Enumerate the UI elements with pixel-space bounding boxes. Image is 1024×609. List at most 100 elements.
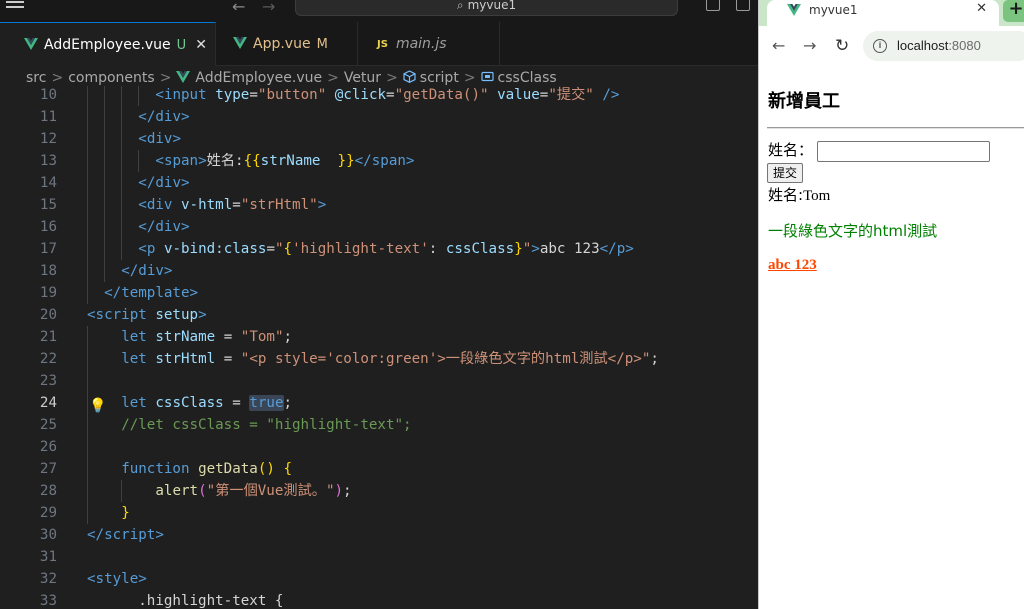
name-input[interactable] (817, 141, 991, 163)
code-line[interactable]: 14 </div> (0, 172, 758, 194)
back-arrow-icon[interactable]: ← (772, 36, 785, 55)
code-line[interactable]: 19 </template> (0, 282, 758, 304)
code-token: value (497, 87, 540, 103)
code-text: let strName = "Tom"; (121, 326, 292, 348)
name-label: 姓名： (768, 141, 814, 159)
breadcrumb-item-cssclass[interactable]: cssClass (498, 70, 557, 86)
submit-button[interactable]: 提交 (767, 163, 804, 183)
line-number: 15 (39, 197, 57, 213)
vue-icon (233, 37, 247, 49)
code-token: > (155, 527, 164, 543)
back-arrow-icon[interactable]: ← (232, 0, 245, 16)
tab-main-js[interactable]: JS main.js (358, 22, 500, 66)
code-token: div (146, 131, 173, 147)
name-field-row: 姓名： (768, 139, 991, 163)
code-token: < (138, 197, 147, 213)
line-number: 13 (39, 153, 57, 169)
url-port: :8080 (948, 38, 981, 53)
code-line[interactable]: 11 </div> (0, 106, 758, 128)
browser-tab[interactable]: myvue1 ✕ (767, 0, 999, 26)
menu-icon[interactable] (6, 1, 24, 13)
breadcrumb-item-script[interactable]: script (420, 70, 459, 86)
breadcrumb-item-components[interactable]: components (68, 70, 155, 86)
code-line[interactable]: 32 <style> (0, 568, 758, 590)
code-line[interactable]: 29} (0, 502, 758, 524)
code-text: let cssClass = true; (121, 392, 292, 414)
code-token: < (155, 87, 164, 103)
breadcrumb-separator: > (159, 70, 172, 86)
line-number: 18 (39, 263, 57, 279)
code-token: cssClass (155, 395, 233, 411)
code-line[interactable]: 23 (0, 370, 758, 392)
command-center-label: myvue1 (467, 0, 517, 12)
code-token: < (138, 241, 147, 257)
layout-sidebar-icon[interactable] (706, 0, 720, 11)
code-line[interactable]: 18 </div> (0, 260, 758, 282)
line-number: 31 (39, 549, 57, 565)
vscode-window: ← → ⌕ myvue1 AddEmployee.vue U ✕ App.vue M J… (0, 0, 758, 609)
close-icon[interactable]: ✕ (976, 0, 987, 19)
tab-app-vue[interactable]: App.vue M (216, 22, 358, 66)
code-token: = (232, 395, 250, 411)
reload-icon[interactable]: ↻ (835, 36, 849, 56)
code-token: template (121, 285, 190, 301)
code-token: 'highlight-text' (292, 241, 429, 257)
code-token: span (163, 153, 199, 169)
code-text: <input type="button" @click="getData()" … (155, 86, 619, 106)
code-line[interactable]: 22 let strHtml = "<p style='color:green'>… (0, 348, 758, 370)
code-line[interactable]: 15 <div v-html="strHtml"> (0, 194, 758, 216)
indent-guide (87, 326, 88, 524)
breadcrumb-item-src[interactable]: src (26, 70, 46, 86)
code-token: script (95, 307, 156, 323)
code-token: {{ (243, 153, 261, 169)
forward-arrow-icon[interactable]: → (262, 0, 275, 16)
code-token: </ (121, 263, 139, 279)
code-token: alert (155, 483, 199, 499)
code-line[interactable]: 17 <p v-bind:class="{'highlight-text': cs… (0, 238, 758, 260)
code-text: <p v-bind:class="{'highlight-text': cssC… (138, 238, 634, 260)
code-token: 姓名: (206, 153, 244, 169)
code-text: alert("第一個Vue測試。"); (155, 480, 351, 502)
code-token: > (181, 175, 190, 191)
code-line[interactable]: 27 function getData() { (0, 458, 758, 480)
command-center[interactable]: ⌕ myvue1 (295, 0, 678, 16)
code-token: " (274, 241, 284, 257)
code-token: strHtml (155, 351, 224, 367)
layout-panel-icon[interactable] (736, 0, 750, 11)
code-token: </ (138, 109, 156, 125)
close-icon[interactable]: ✕ (195, 37, 207, 53)
code-line[interactable]: 13 <span>姓名:{{strName }}</span> (0, 150, 758, 172)
breadcrumb-item-file[interactable]: AddEmployee.vue (195, 70, 322, 86)
code-token: "<p style='color:green'>一段綠色文字的html測試</p… (240, 351, 651, 367)
tab-addemployee-vue[interactable]: AddEmployee.vue U ✕ (0, 22, 216, 66)
code-line[interactable]: 20 <script setup> (0, 304, 758, 326)
code-line[interactable]: 25 //let cssClass = "highlight-text"; (0, 414, 758, 436)
line-number: 24 (39, 395, 57, 411)
new-tab-button[interactable]: + (1003, 0, 1024, 22)
code-line[interactable]: 28 alert("第一個Vue測試。"); (0, 480, 758, 502)
code-text: <div v-html="strHtml"> (138, 194, 326, 216)
code-line[interactable]: 31 (0, 546, 758, 568)
code-line[interactable]: 24 let cssClass = true; 💡 (0, 392, 758, 414)
tab-label: main.js (395, 36, 447, 52)
code-token: < (87, 307, 96, 323)
code-line[interactable]: 10 <input type="button" @click="getData()… (0, 86, 758, 106)
address-bar[interactable]: i localhost:8080 (863, 31, 1024, 61)
code-line[interactable]: 33 .highlight-text { (0, 590, 758, 609)
code-token: </ (138, 175, 156, 191)
info-icon[interactable]: i (873, 39, 887, 53)
code-token: > (138, 571, 147, 587)
code-line[interactable]: 21 let strName = "Tom"; (0, 326, 758, 348)
code-line[interactable]: 30 </script> (0, 524, 758, 546)
code-line[interactable]: 12 <div> (0, 128, 758, 150)
code-token: > (189, 285, 199, 301)
code-line[interactable]: 16 </div> (0, 216, 758, 238)
code-editor[interactable]: 10 <input type="button" @click="getData()… (0, 86, 758, 609)
tab-label: AddEmployee.vue (44, 37, 171, 53)
indent-guide (121, 480, 123, 502)
breadcrumb-item-vetur[interactable]: Vetur (344, 70, 381, 86)
code-token: </ (354, 153, 372, 169)
line-number: 17 (39, 241, 57, 257)
code-line[interactable]: 26 (0, 436, 758, 458)
forward-arrow-icon[interactable]: → (803, 36, 816, 55)
